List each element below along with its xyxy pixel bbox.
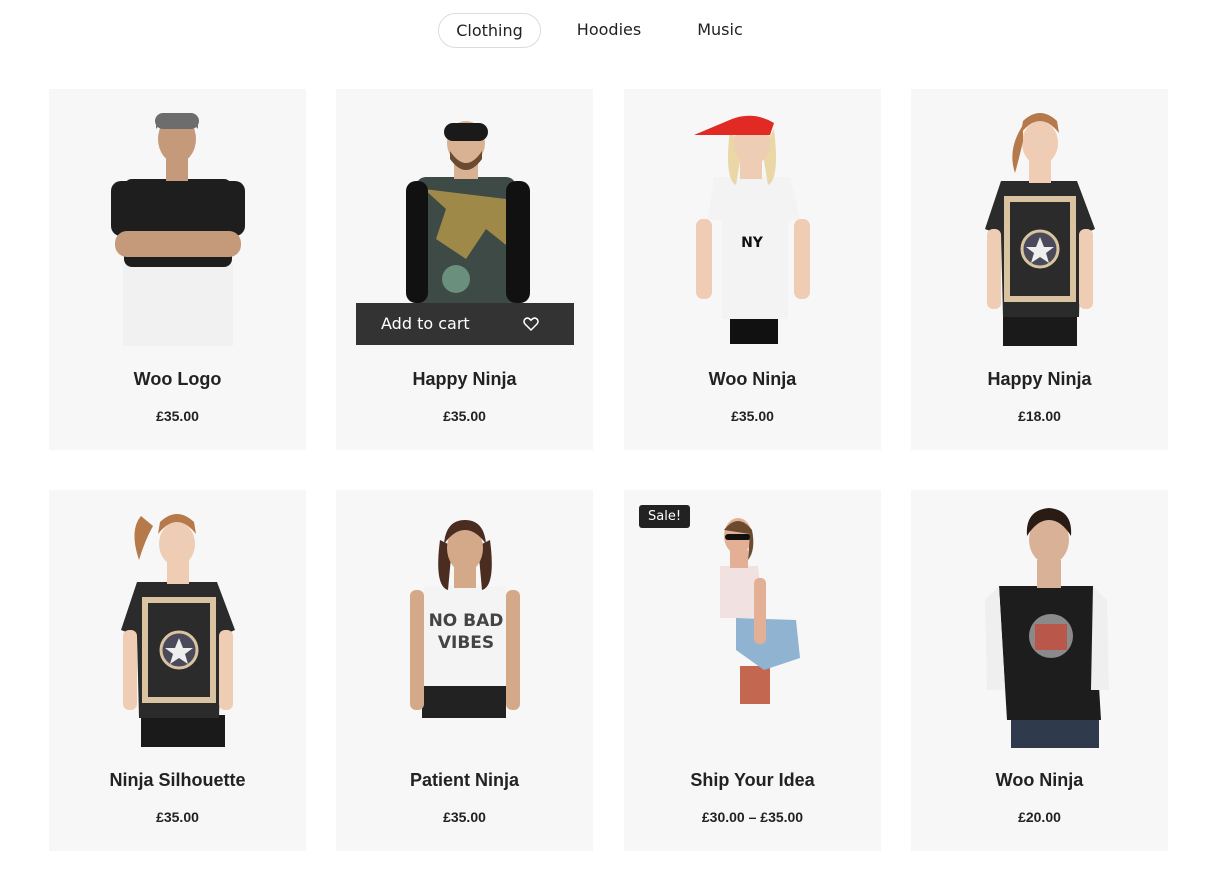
product-name[interactable]: Woo Ninja bbox=[624, 369, 881, 390]
product-image[interactable] bbox=[624, 490, 881, 752]
tab-hoodies[interactable]: Hoodies bbox=[562, 13, 656, 48]
add-to-cart-button[interactable]: Add to cart bbox=[356, 303, 574, 345]
product-card[interactable]: NY Woo Ninja £35.00 bbox=[624, 89, 881, 450]
product-name[interactable]: Ninja Silhouette bbox=[49, 770, 306, 791]
product-name[interactable]: Ship Your Idea bbox=[624, 770, 881, 791]
product-price: £30.00 – £35.00 bbox=[701, 809, 804, 825]
svg-text:NY: NY bbox=[741, 235, 764, 251]
product-name[interactable]: Patient Ninja bbox=[336, 770, 593, 791]
product-price: £20.00 bbox=[1018, 809, 1061, 825]
shirt-print-line2: VIBES bbox=[438, 633, 494, 653]
product-price: £35.00 bbox=[443, 809, 486, 825]
product-card[interactable]: Sale! Ship Your Idea £30.00 – £35.00 bbox=[624, 490, 881, 851]
add-to-cart-label: Add to cart bbox=[381, 314, 470, 333]
product-name[interactable]: Happy Ninja bbox=[336, 369, 593, 390]
product-image[interactable]: NY bbox=[624, 89, 881, 351]
product-image[interactable] bbox=[49, 490, 306, 752]
product-image[interactable] bbox=[49, 89, 306, 351]
product-name[interactable]: Woo Logo bbox=[49, 369, 306, 390]
product-name[interactable]: Woo Ninja bbox=[911, 770, 1168, 791]
tab-music[interactable]: Music bbox=[683, 13, 757, 48]
sale-badge: Sale! bbox=[639, 505, 691, 528]
product-image[interactable] bbox=[911, 490, 1168, 752]
product-price: £35.00 bbox=[156, 809, 199, 825]
product-price: £35.00 bbox=[443, 408, 486, 424]
product-price: £18.00 bbox=[1018, 408, 1061, 424]
shirt-print-line1: NO BAD bbox=[429, 611, 504, 631]
tab-clothing[interactable]: Clothing bbox=[438, 13, 541, 48]
product-card[interactable]: Ninja Silhouette £35.00 bbox=[49, 490, 306, 851]
product-card[interactable]: Add to cart Happy Ninja £35.00 bbox=[336, 89, 593, 450]
product-price: £35.00 bbox=[156, 408, 199, 424]
product-card[interactable]: NO BAD VIBES Patient Ninja £35.00 bbox=[336, 490, 593, 851]
heart-icon[interactable] bbox=[522, 315, 540, 333]
product-price: £35.00 bbox=[731, 408, 774, 424]
product-image[interactable] bbox=[911, 89, 1168, 351]
product-name[interactable]: Happy Ninja bbox=[911, 369, 1168, 390]
category-tabs: Clothing Hoodies Music bbox=[0, 13, 1216, 48]
product-card[interactable]: Woo Logo £35.00 bbox=[49, 89, 306, 450]
product-card[interactable]: Woo Ninja £20.00 bbox=[911, 490, 1168, 851]
product-card[interactable]: Happy Ninja £18.00 bbox=[911, 89, 1168, 450]
product-image[interactable]: NO BAD VIBES bbox=[336, 490, 593, 752]
